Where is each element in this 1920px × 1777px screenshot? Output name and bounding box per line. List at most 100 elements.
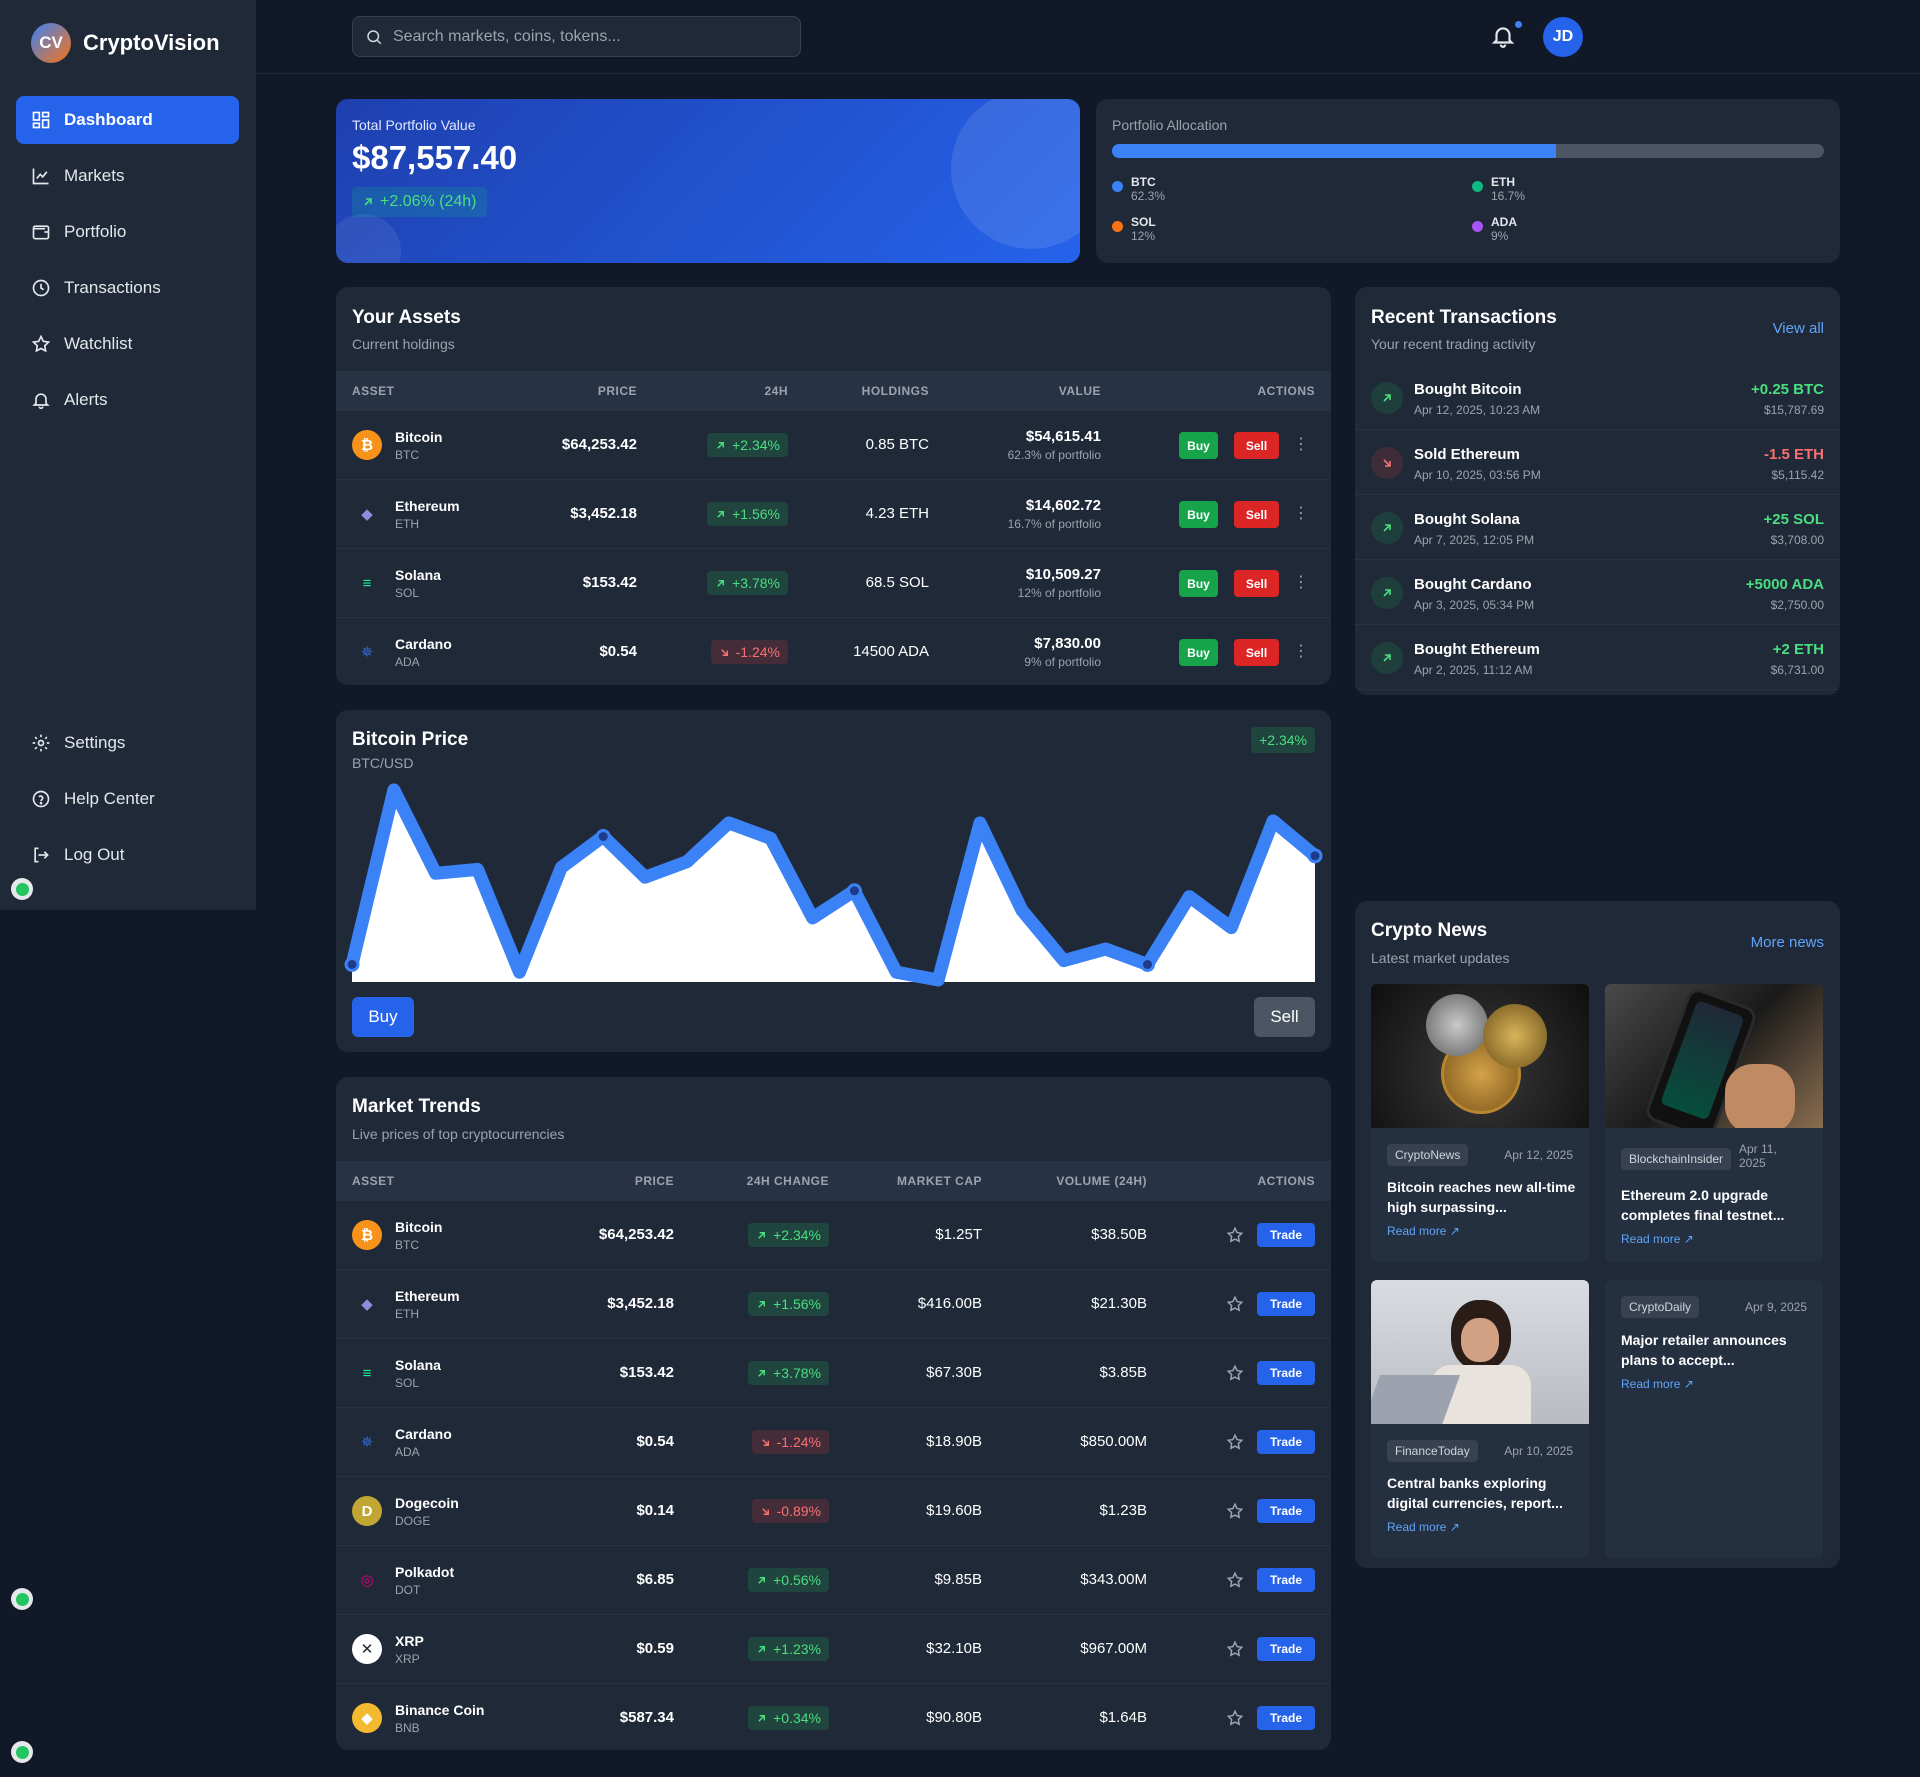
transaction-amount: -1.5 ETH <box>1764 446 1824 463</box>
allocation-symbol: ADA <box>1491 215 1517 229</box>
chart-sell-button[interactable]: Sell <box>1254 997 1315 1037</box>
market-row[interactable]: ₿BitcoinBTC$64,253.42+2.34%$1.25T$38.50B… <box>336 1201 1331 1270</box>
volume-24h: $1.64B <box>1099 1709 1147 1726</box>
transaction-usd: $5,115.42 <box>1772 468 1825 482</box>
market-row[interactable]: DDogecoinDOGE$0.14-0.89%$19.60B$1.23BTra… <box>336 1477 1331 1546</box>
chart-buy-button[interactable]: Buy <box>352 997 414 1037</box>
star-icon[interactable] <box>1226 1571 1244 1589</box>
more-options-icon[interactable]: ⋮ <box>1293 575 1309 591</box>
read-more-link[interactable]: Read more ↗ <box>1387 1520 1460 1534</box>
sidebar-item-dashboard[interactable]: Dashboard <box>16 96 239 144</box>
transaction-row[interactable]: Bought EthereumApr 2, 2025, 11:12 AM+2 E… <box>1355 625 1840 690</box>
more-options-icon[interactable]: ⋮ <box>1293 644 1309 660</box>
trade-button[interactable]: Trade <box>1257 1499 1315 1523</box>
shield-icon[interactable] <box>11 1588 33 1610</box>
trade-button[interactable]: Trade <box>1257 1568 1315 1592</box>
trade-button[interactable]: Trade <box>1257 1292 1315 1316</box>
market-row[interactable]: ◆EthereumETH$3,452.18+1.56%$416.00B$21.3… <box>336 1270 1331 1339</box>
news-item[interactable]: CryptoNews Apr 12, 2025 Bitcoin reaches … <box>1371 984 1589 1262</box>
more-options-icon[interactable]: ⋮ <box>1293 506 1309 522</box>
star-icon[interactable] <box>1226 1709 1244 1727</box>
buy-button[interactable]: Buy <box>1179 570 1218 597</box>
asset-row[interactable]: ₿BitcoinBTC$64,253.42+2.34%0.85 BTC$54,6… <box>336 411 1331 480</box>
asset-row[interactable]: ≡SolanaSOL$153.42+3.78%68.5 SOL$10,509.2… <box>336 549 1331 618</box>
star-icon[interactable] <box>1226 1295 1244 1313</box>
sidebar-item-alerts[interactable]: Alerts <box>16 376 239 424</box>
star-icon[interactable] <box>1226 1226 1244 1244</box>
sell-button[interactable]: Sell <box>1234 432 1279 459</box>
more-news-link[interactable]: More news <box>1751 934 1824 951</box>
read-more-label: Read more <box>1387 1224 1446 1238</box>
coin-symbol: SOL <box>395 1376 419 1390</box>
trade-button[interactable]: Trade <box>1257 1637 1315 1661</box>
news-item[interactable]: CryptoDaily Apr 9, 2025 Major retailer a… <box>1605 1280 1823 1558</box>
portfolio-change-badge: +2.06% (24h) <box>352 187 487 217</box>
news-headline[interactable]: Central banks exploring digital currenci… <box>1387 1473 1577 1513</box>
more-options-icon[interactable]: ⋮ <box>1293 437 1309 453</box>
read-more-link[interactable]: Read more ↗ <box>1387 1224 1460 1238</box>
coin-change: +1.56% <box>773 1296 821 1312</box>
news-headline[interactable]: Ethereum 2.0 upgrade completes final tes… <box>1621 1185 1811 1225</box>
market-row[interactable]: ◆Binance CoinBNB$587.34+0.34%$90.80B$1.6… <box>336 1684 1331 1750</box>
volume-24h: $850.00M <box>1080 1433 1147 1450</box>
news-headline[interactable]: Major retailer announces plans to accept… <box>1621 1330 1811 1370</box>
sidebar-item-help-center[interactable]: Help Center <box>16 775 239 823</box>
sidebar-item-transactions[interactable]: Transactions <box>16 264 239 312</box>
shield-icon[interactable] <box>11 1741 33 1763</box>
star-icon[interactable] <box>1226 1364 1244 1382</box>
sell-button[interactable]: Sell <box>1234 639 1279 666</box>
read-more-link[interactable]: Read more ↗ <box>1621 1232 1694 1246</box>
sidebar-item-watchlist[interactable]: Watchlist <box>16 320 239 368</box>
search-input[interactable] <box>393 28 773 46</box>
volume-24h: $343.00M <box>1080 1571 1147 1588</box>
trade-button[interactable]: Trade <box>1257 1430 1315 1454</box>
transaction-row[interactable]: Bought CardanoApr 3, 2025, 05:34 PM+5000… <box>1355 560 1840 625</box>
news-item[interactable]: BlockchainInsider Apr 11, 2025 Ethereum … <box>1605 984 1823 1262</box>
market-row[interactable]: ✵CardanoADA$0.54-1.24%$18.90B$850.00MTra… <box>336 1408 1331 1477</box>
asset-symbol: ETH <box>395 517 419 531</box>
market-row[interactable]: ✕XRPXRP$0.59+1.23%$32.10B$967.00MTrade <box>336 1615 1331 1684</box>
star-icon[interactable] <box>1226 1640 1244 1658</box>
read-more-link[interactable]: Read more ↗ <box>1621 1377 1694 1391</box>
search-box[interactable] <box>352 16 801 57</box>
shield-icon[interactable] <box>11 878 33 900</box>
coin-symbol: BTC <box>395 1238 419 1252</box>
notification-bell-icon[interactable] <box>1490 23 1516 49</box>
asset-row[interactable]: ✵CardanoADA$0.54-1.24%14500 ADA$7,830.00… <box>336 618 1331 685</box>
market-row[interactable]: ≡SolanaSOL$153.42+3.78%$67.30B$3.85BTrad… <box>336 1339 1331 1408</box>
volume-24h: $1.23B <box>1099 1502 1147 1519</box>
buy-button[interactable]: Buy <box>1179 432 1218 459</box>
app-logo[interactable]: CV CryptoVision <box>31 23 220 63</box>
buy-button[interactable]: Buy <box>1179 501 1218 528</box>
view-all-link[interactable]: View all <box>1773 320 1824 337</box>
column-header: ACTIONS <box>1258 384 1316 398</box>
avatar[interactable]: JD <box>1543 17 1583 57</box>
sidebar-item-settings[interactable]: Settings <box>16 719 239 767</box>
news-headline[interactable]: Bitcoin reaches new all-time high surpas… <box>1387 1177 1577 1217</box>
transaction-row[interactable]: Sold EthereumApr 10, 2025, 03:56 PM-1.5 … <box>1355 430 1840 495</box>
coin-change: -0.89% <box>777 1503 821 1519</box>
market-row[interactable]: ◎PolkadotDOT$6.85+0.56%$9.85B$343.00MTra… <box>336 1546 1331 1615</box>
transaction-row[interactable]: Bought BitcoinApr 12, 2025, 10:23 AM+0.2… <box>1355 365 1840 430</box>
trade-button[interactable]: Trade <box>1257 1361 1315 1385</box>
transaction-title: Sold Ethereum <box>1414 446 1520 463</box>
sidebar-item-markets[interactable]: Markets <box>16 152 239 200</box>
buy-button[interactable]: Buy <box>1179 639 1218 666</box>
sidebar-item-portfolio[interactable]: Portfolio <box>16 208 239 256</box>
sidebar-item-log-out[interactable]: Log Out <box>16 831 239 879</box>
news-item[interactable]: FinanceToday Apr 10, 2025 Central banks … <box>1371 1280 1589 1558</box>
sell-button[interactable]: Sell <box>1234 570 1279 597</box>
allocation-item-eth: ETH16.7% <box>1472 175 1525 203</box>
coins-photo <box>1371 984 1589 1128</box>
market-cap: $18.90B <box>926 1433 982 1450</box>
trade-button[interactable]: Trade <box>1257 1223 1315 1247</box>
sell-button[interactable]: Sell <box>1234 501 1279 528</box>
star-icon[interactable] <box>1226 1502 1244 1520</box>
transaction-row[interactable]: Bought SolanaApr 7, 2025, 12:05 PM+25 SO… <box>1355 495 1840 560</box>
asset-share: 16.7% of portfolio <box>1008 517 1101 531</box>
buy-arrow-icon <box>1371 382 1403 414</box>
star-icon[interactable] <box>1226 1433 1244 1451</box>
help-icon <box>31 789 51 809</box>
trade-button[interactable]: Trade <box>1257 1706 1315 1730</box>
asset-row[interactable]: ◆EthereumETH$3,452.18+1.56%4.23 ETH$14,6… <box>336 480 1331 549</box>
